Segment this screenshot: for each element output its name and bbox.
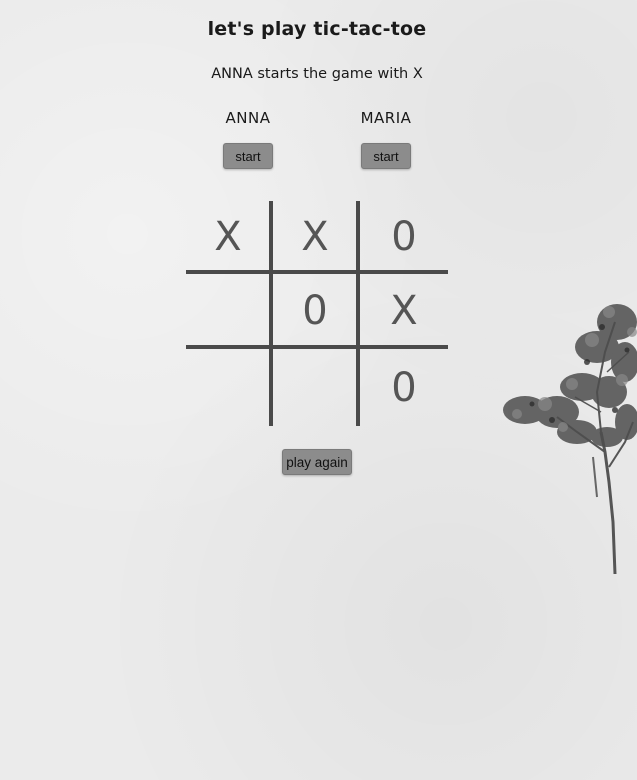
tree-icon — [503, 304, 637, 575]
board-cell-9[interactable]: 0 — [362, 352, 446, 424]
board-cell-7[interactable] — [186, 352, 270, 424]
game-board: X X 0 0 X 0 — [186, 201, 448, 426]
player-2-start-button[interactable]: start — [361, 143, 411, 169]
board-cell-8[interactable] — [273, 352, 357, 424]
board-cell-2[interactable]: X — [273, 201, 357, 273]
board-cell-6[interactable]: X — [362, 275, 446, 347]
play-again-button[interactable]: play again — [282, 449, 352, 475]
board-cell-5[interactable]: 0 — [273, 275, 357, 347]
board-cell-1[interactable]: X — [186, 201, 270, 273]
player-1-name: ANNA — [225, 109, 271, 127]
page-title: let's play tic-tac-toe — [207, 18, 427, 40]
player-2-name: MARIA — [360, 109, 412, 127]
player-1-start-button[interactable]: start — [223, 143, 273, 169]
board-cell-3[interactable]: 0 — [362, 201, 446, 273]
game-status: ANNA starts the game with X — [211, 66, 423, 82]
board-cell-4[interactable] — [186, 275, 270, 347]
